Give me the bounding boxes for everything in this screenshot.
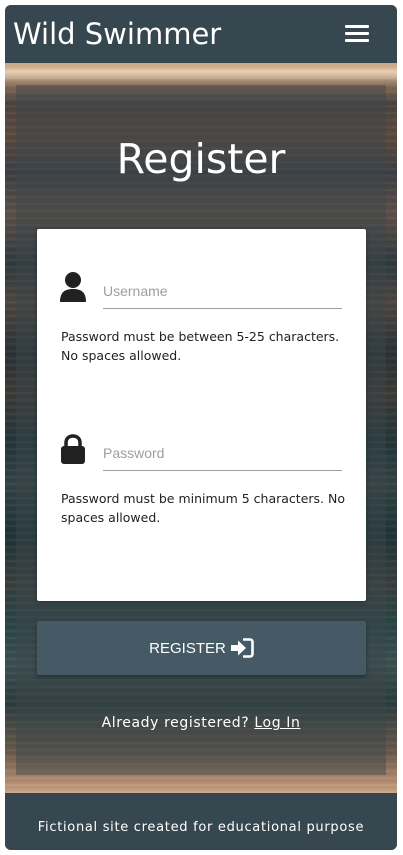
password-input[interactable] (103, 435, 342, 470)
register-form-card: Password must be between 5-25 characters… (37, 229, 366, 601)
sign-in-icon (230, 638, 254, 658)
login-link[interactable]: Log In (254, 715, 300, 731)
footer: Fictional site created for educational p… (5, 793, 397, 850)
register-button-label: REGISTER (149, 639, 226, 657)
username-field[interactable] (103, 273, 342, 309)
username-helper-text: Password must be between 5-25 characters… (61, 329, 340, 363)
hamburger-menu-icon[interactable] (345, 25, 369, 43)
page-title: Register (116, 135, 286, 183)
register-panel: Register Password must be between 5-25 c… (16, 85, 386, 775)
app-frame: Wild Swimmer Register Password must be b… (5, 5, 397, 850)
navbar: Wild Swimmer (5, 5, 397, 63)
hero-background: Register Password must be between 5-25 c… (5, 63, 397, 793)
password-field[interactable] (103, 435, 342, 471)
brand-logo[interactable]: Wild Swimmer (13, 17, 221, 51)
username-input[interactable] (103, 273, 342, 308)
login-prompt: Already registered? Log In (16, 715, 386, 731)
footer-text: Fictional site created for educational p… (37, 820, 365, 835)
register-button[interactable]: REGISTER (37, 621, 366, 675)
lock-icon (61, 434, 85, 464)
user-icon (60, 272, 86, 302)
login-prompt-text: Already registered? (101, 715, 250, 731)
password-helper-text: Password must be minimum 5 characters. N… (61, 491, 345, 525)
